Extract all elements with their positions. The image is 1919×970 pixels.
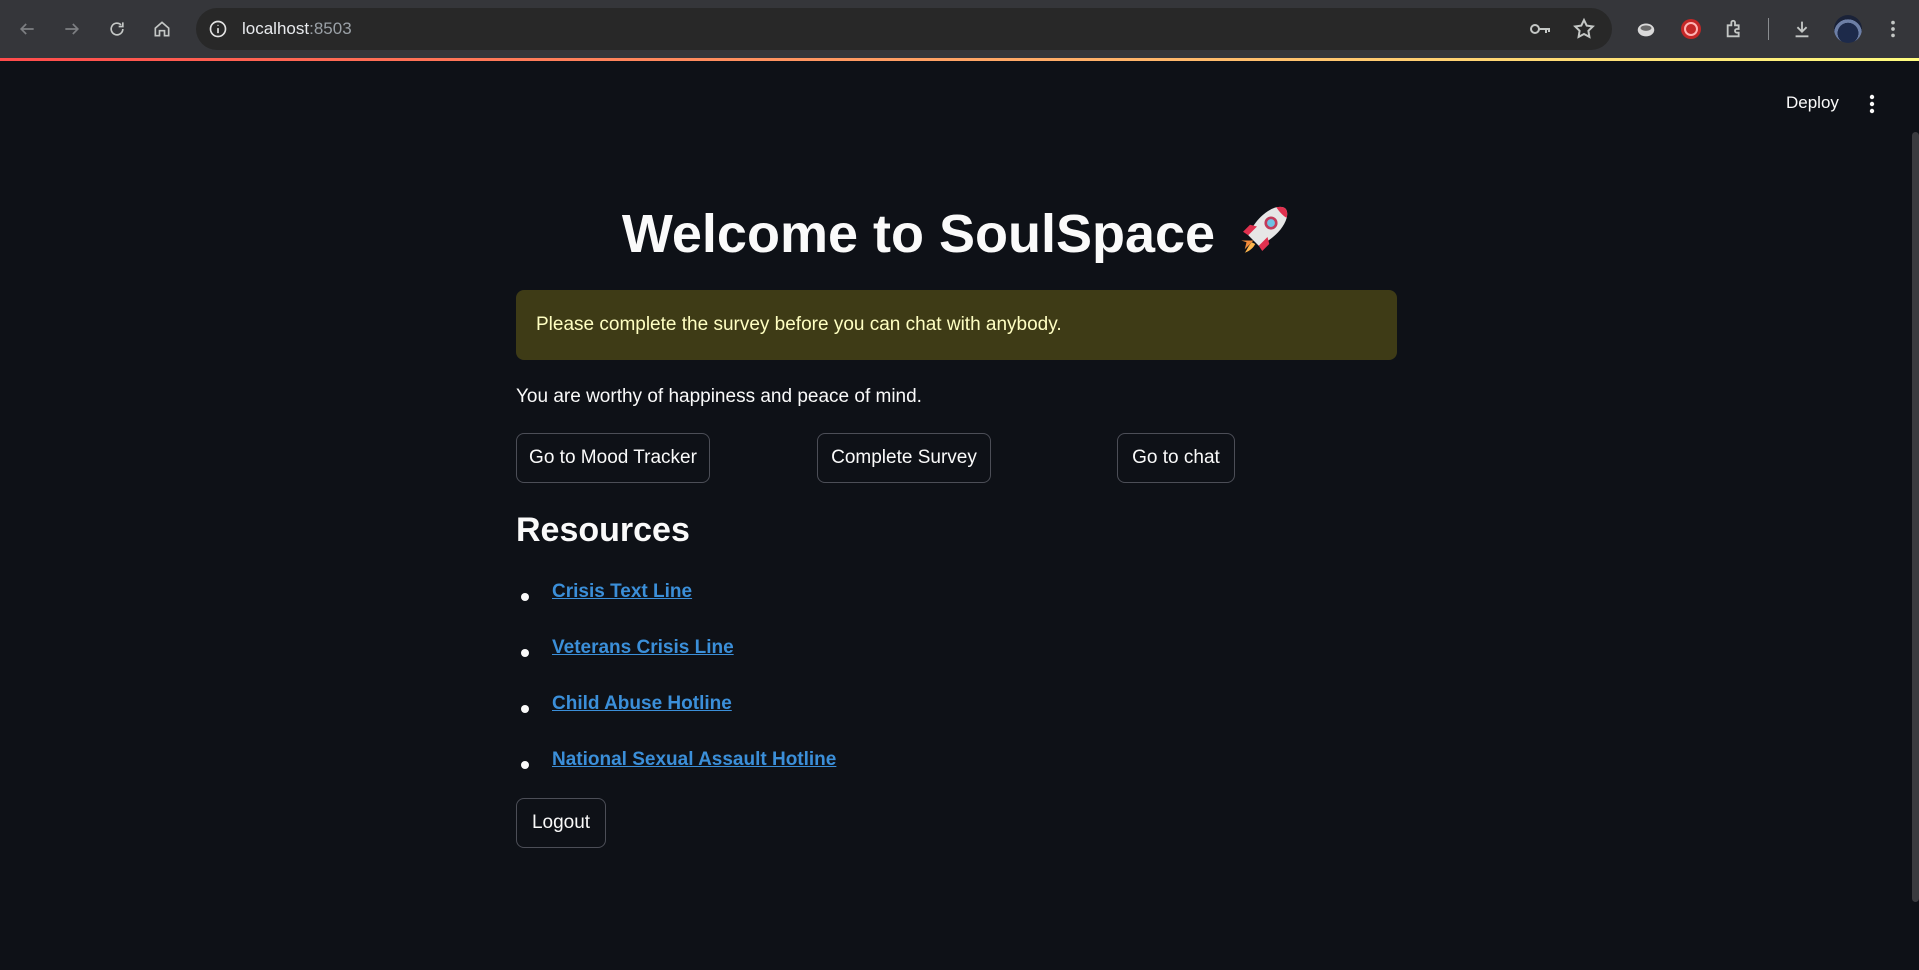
- page-title-text: Welcome to SoulSpace: [621, 204, 1216, 264]
- address-bar[interactable]: localhost:8503: [196, 8, 1612, 50]
- warning-text: Please complete the survey before you ca…: [536, 314, 1062, 335]
- bullet-icon: [521, 593, 529, 601]
- go-to-chat-button[interactable]: Go to chat: [1117, 433, 1235, 483]
- home-button[interactable]: [145, 12, 179, 46]
- resources-heading: Resources: [516, 511, 690, 549]
- back-button[interactable]: [10, 12, 44, 46]
- reload-button[interactable]: [100, 12, 134, 46]
- extension-red-icon[interactable]: [1676, 14, 1706, 44]
- site-info-icon[interactable]: [206, 17, 230, 41]
- forward-button[interactable]: [55, 12, 89, 46]
- extension-cookie-icon[interactable]: [1631, 14, 1661, 44]
- downloads-icon[interactable]: [1787, 14, 1817, 44]
- bookmark-star-icon[interactable]: [1572, 17, 1596, 41]
- toolbar-divider: [1768, 18, 1769, 40]
- bullet-icon: [521, 761, 529, 769]
- page-title: Welcome to SoulSpace: [516, 202, 1398, 265]
- password-key-icon[interactable]: [1528, 18, 1552, 40]
- complete-survey-button[interactable]: Complete Survey: [817, 433, 991, 483]
- url-port: :8503: [309, 19, 352, 38]
- bullet-icon: [521, 649, 529, 657]
- child-abuse-hotline-link[interactable]: Child Abuse Hotline: [552, 693, 732, 715]
- browser-toolbar: localhost:8503: [0, 0, 1919, 58]
- arrow-right-icon: [65, 23, 80, 35]
- survey-warning-alert: Please complete the survey before you ca…: [516, 290, 1397, 360]
- home-icon: [154, 21, 170, 37]
- url-text: localhost:8503: [242, 19, 352, 39]
- crisis-text-line-link[interactable]: Crisis Text Line: [552, 581, 692, 603]
- main-menu-icon[interactable]: [1861, 92, 1883, 116]
- affirmation-text: You are worthy of happiness and peace of…: [516, 386, 922, 407]
- mood-tracker-button[interactable]: Go to Mood Tracker: [516, 433, 710, 483]
- deploy-button[interactable]: Deploy: [1786, 93, 1839, 113]
- url-host: localhost: [242, 19, 310, 38]
- app-decoration-bar: [0, 58, 1919, 61]
- chrome-menu-icon[interactable]: [1878, 14, 1908, 44]
- rocket-icon: [1241, 206, 1288, 253]
- reload-icon: [110, 22, 124, 36]
- extensions-puzzle-icon[interactable]: [1720, 14, 1750, 44]
- profile-avatar[interactable]: [1834, 15, 1862, 43]
- logout-button[interactable]: Logout: [516, 798, 606, 848]
- sexual-assault-hotline-link[interactable]: National Sexual Assault Hotline: [552, 749, 836, 771]
- veterans-crisis-line-link[interactable]: Veterans Crisis Line: [552, 637, 734, 659]
- page-scrollbar[interactable]: [1912, 132, 1919, 902]
- arrow-left-icon: [19, 23, 34, 35]
- bullet-icon: [521, 705, 529, 713]
